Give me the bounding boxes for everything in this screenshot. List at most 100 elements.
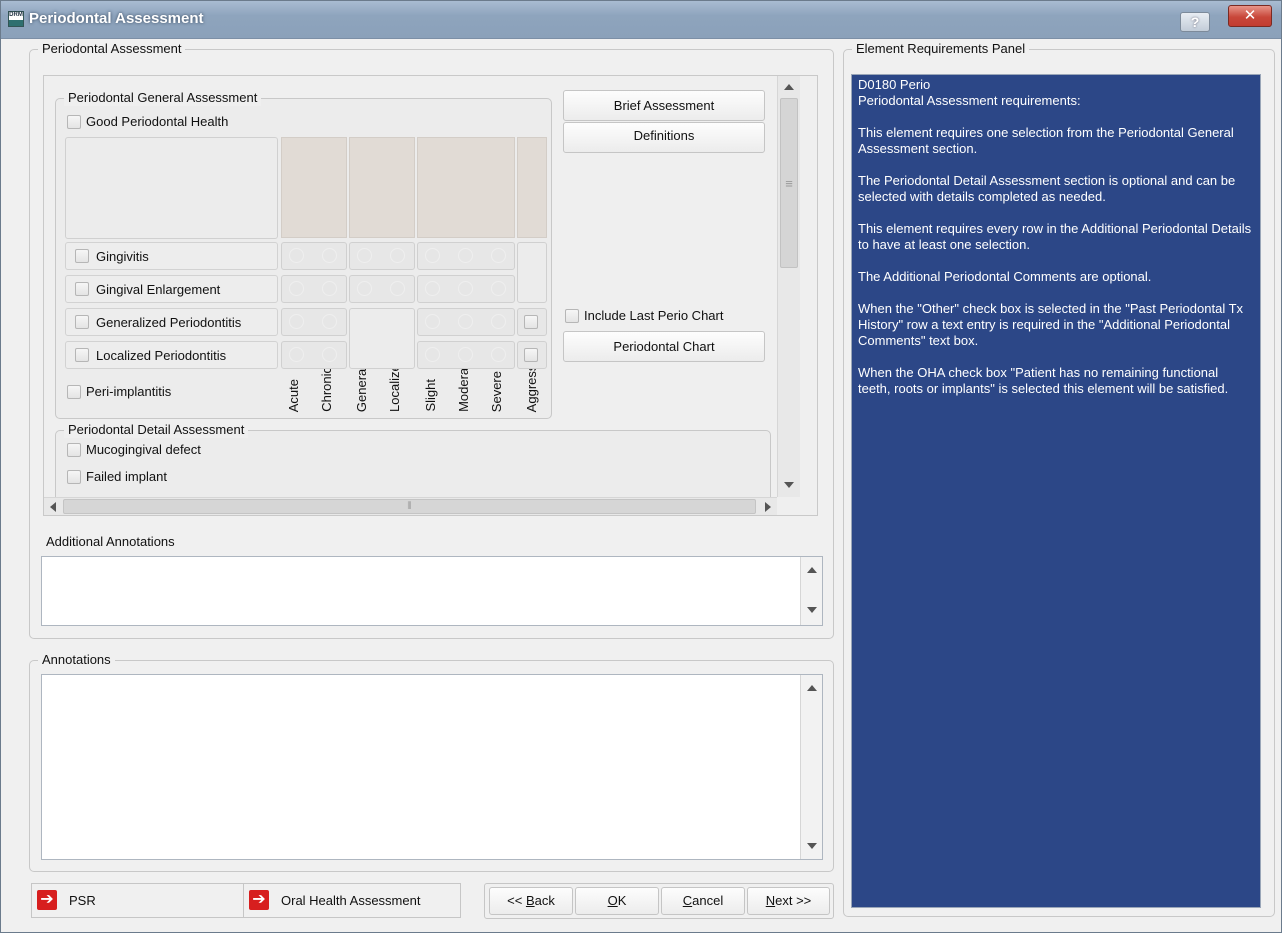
loc-perio-moderate-radio[interactable]: [458, 347, 473, 362]
scroll-up-button[interactable]: [780, 78, 798, 96]
enlargement-severe-radio[interactable]: [491, 281, 506, 296]
next-button[interactable]: Next >>: [747, 887, 830, 915]
annotations-scrollbar[interactable]: [800, 675, 822, 859]
localized-periodontitis-checkbox[interactable]: [75, 348, 89, 362]
additional-annotations-scrollbar[interactable]: [800, 557, 822, 625]
gen-perio-acute-radio[interactable]: [289, 314, 304, 329]
oha-button[interactable]: ➔ Oral Health Assessment: [243, 883, 461, 918]
next-rest: ext >>: [775, 893, 812, 908]
gingivitis-localized-radio[interactable]: [390, 248, 405, 263]
generalized-periodontitis-label: Generalized Periodontitis: [96, 315, 242, 330]
gingivitis-generalized-radio[interactable]: [357, 248, 372, 263]
scroll-thumb[interactable]: ≡: [780, 98, 798, 268]
periodontal-chart-button[interactable]: Periodontal Chart: [563, 331, 765, 362]
gen-perio-aggressive-checkbox[interactable]: [524, 315, 538, 329]
assessment-vscrollbar[interactable]: ≡: [777, 76, 800, 497]
general-assessment-group: Periodontal General Assessment Good Peri…: [55, 90, 552, 419]
gingivitis-aggressive-empty: [517, 242, 547, 303]
req-paragraph-6: When the OHA check box "Patient has no r…: [858, 365, 1229, 396]
failed-implant-row[interactable]: Failed implant: [67, 468, 167, 484]
header-type-block: [281, 137, 347, 238]
failed-implant-label: Failed implant: [86, 469, 167, 485]
row-gingival-enlargement[interactable]: Gingival Enlargement: [65, 275, 278, 303]
gingivitis-slight-radio[interactable]: [425, 248, 440, 263]
psr-arrow-icon: ➔: [37, 890, 57, 910]
row-localized-periodontitis[interactable]: Localized Periodontitis: [65, 341, 278, 369]
req-heading-title: Periodontal Assessment requirements:: [858, 93, 1081, 108]
enlargement-slight-radio[interactable]: [425, 281, 440, 296]
hscroll-thumb[interactable]: ⦀: [63, 499, 756, 514]
ok-button[interactable]: OK: [575, 887, 659, 915]
gingivitis-chronic-radio[interactable]: [322, 248, 337, 263]
psr-label: PSR: [69, 893, 96, 908]
app-icon: DRM: [8, 11, 24, 27]
generalized-periodontitis-checkbox[interactable]: [75, 315, 89, 329]
back-button[interactable]: << Back: [489, 887, 573, 915]
mucogingival-checkbox[interactable]: [67, 442, 81, 457]
enlargement-acute-radio[interactable]: [289, 281, 304, 296]
loc-perio-severe-radio[interactable]: [491, 347, 506, 362]
loc-perio-acute-radio[interactable]: [289, 347, 304, 362]
back-accel: B: [525, 893, 535, 908]
title-bar[interactable]: DRM Periodontal Assessment ? ✕: [1, 1, 1281, 39]
row-gingivitis[interactable]: Gingivitis: [65, 242, 278, 270]
gingival-enlargement-label: Gingival Enlargement: [96, 282, 221, 297]
peri-implantitis-label: Peri-implantitis: [86, 384, 172, 400]
assessment-scroll-area[interactable]: Periodontal General Assessment Good Peri…: [43, 75, 818, 516]
gingivitis-moderate-radio[interactable]: [458, 248, 473, 263]
ok-accel: O: [607, 893, 618, 908]
failed-implant-checkbox[interactable]: [67, 469, 81, 484]
gen-perio-chronic-radio[interactable]: [322, 314, 337, 329]
perio-extent-empty: [349, 308, 415, 369]
ok-rest: K: [617, 893, 627, 908]
peri-implantitis-row[interactable]: Peri-implantitis: [67, 383, 171, 399]
assessment-hscrollbar[interactable]: ⦀: [44, 497, 777, 515]
gen-perio-slight-radio[interactable]: [425, 314, 440, 329]
back-rest: ack: [534, 893, 555, 908]
scroll-right-button[interactable]: [765, 502, 771, 512]
next-accel: N: [765, 893, 776, 908]
enlargement-generalized-radio[interactable]: [357, 281, 372, 296]
annotations-input[interactable]: [41, 674, 823, 860]
scroll-left-button[interactable]: [50, 502, 56, 512]
req-paragraph-3: This element requires every row in the A…: [858, 221, 1252, 252]
gingival-enlargement-checkbox[interactable]: [75, 282, 89, 296]
gen-perio-moderate-radio[interactable]: [458, 314, 473, 329]
detail-assessment-legend: Periodontal Detail Assessment: [64, 422, 249, 438]
close-button[interactable]: ✕: [1228, 5, 1272, 27]
enlargement-localized-radio[interactable]: [390, 281, 405, 296]
gen-perio-severe-radio[interactable]: [491, 314, 506, 329]
include-last-chart-row[interactable]: Include Last Perio Chart: [565, 307, 723, 323]
req-paragraph-2: The Periodontal Detail Assessment sectio…: [858, 173, 1236, 204]
periodontal-assessment-legend: Periodontal Assessment: [38, 41, 186, 57]
include-last-chart-checkbox[interactable]: [565, 308, 579, 323]
gingivitis-acute-radio[interactable]: [289, 248, 304, 263]
oha-arrow-icon: ➔: [249, 890, 269, 910]
peri-implantitis-checkbox[interactable]: [67, 384, 81, 399]
gingivitis-severe-radio[interactable]: [491, 248, 506, 263]
enlargement-chronic-radio[interactable]: [322, 281, 337, 296]
psr-button[interactable]: ➔ PSR: [31, 883, 244, 918]
cancel-rest: ancel: [692, 893, 724, 908]
annotations-legend: Annotations: [38, 652, 115, 668]
include-last-chart-label: Include Last Perio Chart: [584, 308, 724, 324]
additional-annotations-input[interactable]: [41, 556, 823, 626]
row-generalized-periodontitis[interactable]: Generalized Periodontitis: [65, 308, 278, 336]
loc-perio-slight-radio[interactable]: [425, 347, 440, 362]
scroll-down-button[interactable]: [780, 476, 798, 494]
good-health-checkbox[interactable]: [67, 114, 81, 129]
loc-perio-aggressive-checkbox[interactable]: [524, 348, 538, 362]
enlargement-moderate-radio[interactable]: [458, 281, 473, 296]
cancel-button[interactable]: Cancel: [661, 887, 745, 915]
mucogingival-row[interactable]: Mucogingival defect: [67, 441, 201, 457]
gingivitis-checkbox[interactable]: [75, 249, 89, 263]
general-assessment-legend: Periodontal General Assessment: [64, 90, 262, 106]
localized-periodontitis-label: Localized Periodontitis: [96, 348, 227, 363]
good-health-checkbox-row[interactable]: Good Periodontal Health: [67, 113, 228, 129]
brief-assessment-button[interactable]: Brief Assessment: [563, 90, 765, 121]
help-button[interactable]: ?: [1180, 12, 1210, 32]
req-paragraph-5: When the "Other" check box is selected i…: [858, 301, 1244, 348]
header-severity-block: [417, 137, 515, 238]
definitions-button[interactable]: Definitions: [563, 122, 765, 153]
loc-perio-chronic-radio[interactable]: [322, 347, 337, 362]
